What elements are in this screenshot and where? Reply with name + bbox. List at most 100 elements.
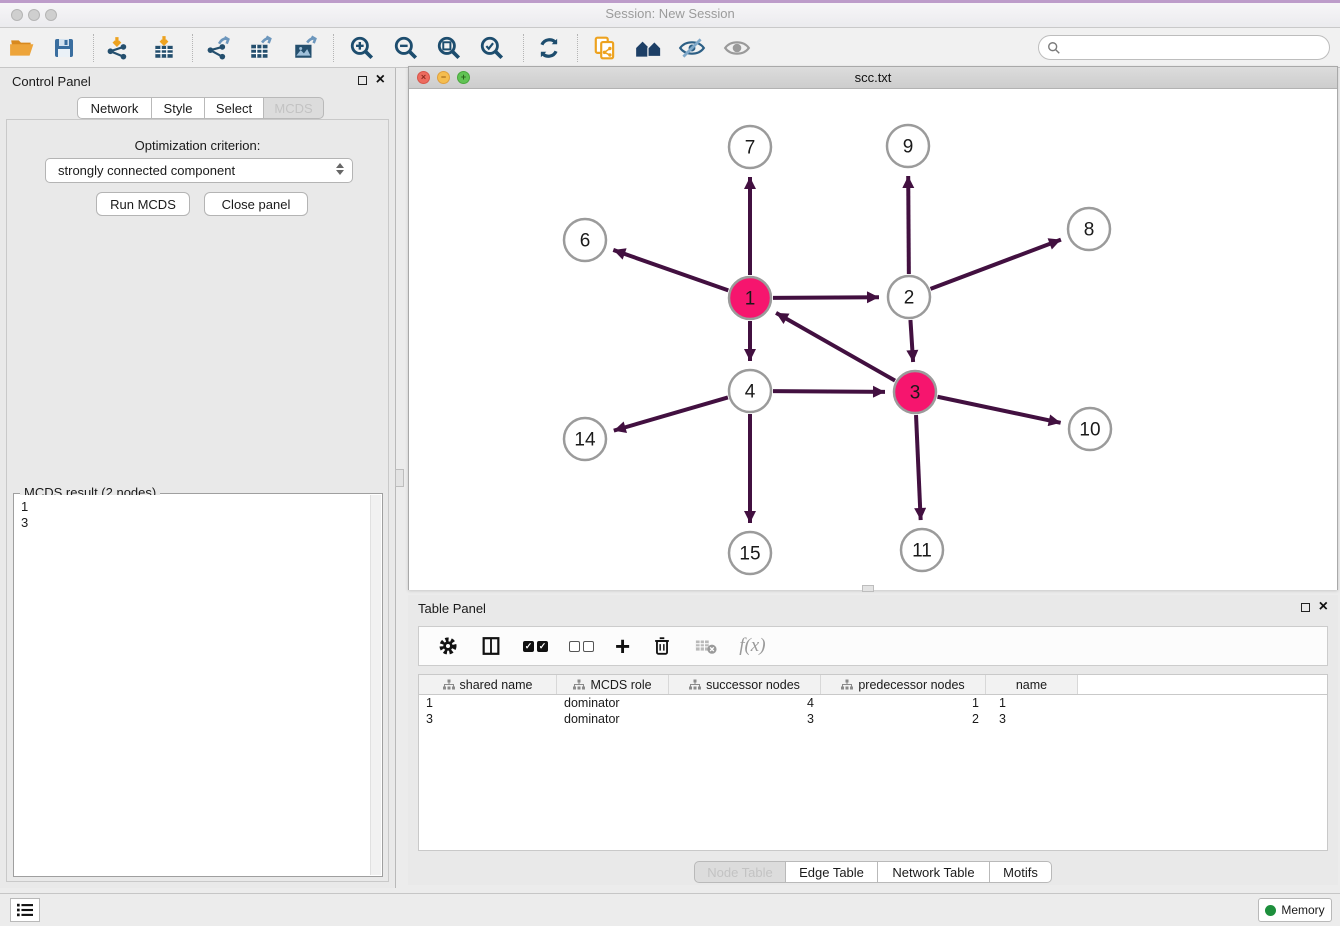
cell-successor-nodes: 3	[669, 712, 821, 726]
cell-mcds-role: dominator	[557, 696, 669, 710]
table-settings-button[interactable]	[437, 632, 459, 660]
graph-node-3[interactable]: 3	[894, 371, 936, 413]
float-panel-icon[interactable]	[358, 76, 367, 85]
open-session-button[interactable]	[4, 30, 40, 66]
export-image-button[interactable]	[287, 30, 323, 66]
run-mcds-button[interactable]: Run MCDS	[96, 192, 190, 216]
task-list-icon	[16, 902, 34, 918]
column-header-name[interactable]: name	[986, 675, 1078, 694]
graph-node-4[interactable]: 4	[729, 370, 771, 412]
graph-edge-3-1[interactable]	[776, 313, 895, 381]
unchecked-checkbox-icon	[569, 641, 580, 652]
table-panel-title: Table Panel	[418, 601, 486, 616]
graph-edge-3-11[interactable]	[916, 415, 921, 520]
float-table-panel-icon[interactable]	[1301, 603, 1310, 612]
tab-network[interactable]: Network	[77, 97, 152, 119]
shared-column-icon	[689, 679, 701, 691]
checked-checkbox-icon: ✓	[523, 641, 534, 652]
graph-edge-1-2[interactable]	[773, 297, 879, 298]
show-all-button[interactable]	[719, 30, 755, 66]
network-view-window: × − + scc.txt 1 2 3 4 6 7 8 9 10 11 14 15	[408, 66, 1338, 590]
refresh-button[interactable]	[531, 30, 567, 66]
table-header-row: shared name MCDS role successor nodes pr…	[419, 675, 1327, 695]
tab-select[interactable]: Select	[205, 97, 264, 119]
export-network-button[interactable]	[200, 30, 236, 66]
table-row[interactable]: 1 dominator 4 1 1	[419, 695, 1327, 711]
open-folder-icon	[9, 35, 35, 61]
zoom-in-button[interactable]	[344, 30, 380, 66]
export-table-button[interactable]	[243, 30, 279, 66]
mcds-panel: Optimization criterion: strongly connect…	[6, 119, 389, 882]
graph-edge-2-9[interactable]	[908, 176, 909, 274]
svg-text:3: 3	[910, 383, 921, 404]
graph-edge-1-6[interactable]	[613, 250, 728, 290]
graph-node-2[interactable]: 2	[888, 276, 930, 318]
control-panel-tabs: Network Style Select MCDS	[77, 97, 324, 119]
close-panel-icon[interactable]: ×	[376, 71, 385, 89]
mcds-result-list[interactable]: 1 3	[15, 495, 370, 875]
clone-network-button[interactable]	[587, 30, 623, 66]
checked-checkbox-icon: ✓	[537, 641, 548, 652]
import-network-button[interactable]	[100, 30, 136, 66]
column-header-mcds-role[interactable]: MCDS role	[557, 675, 669, 694]
graph-node-8[interactable]: 8	[1068, 208, 1110, 250]
graph-node-7[interactable]: 7	[729, 126, 771, 168]
graph-edge-4-14[interactable]	[614, 397, 728, 430]
result-value: 1	[21, 499, 370, 515]
tab-node-table[interactable]: Node Table	[694, 861, 786, 883]
delete-column-button[interactable]	[651, 632, 673, 660]
graph-edge-3-10[interactable]	[938, 397, 1061, 423]
show-column-panel-button[interactable]	[480, 632, 502, 660]
tab-motifs[interactable]: Motifs	[990, 861, 1052, 883]
close-panel-button[interactable]: Close panel	[204, 192, 308, 216]
close-table-panel-icon[interactable]: ×	[1319, 598, 1328, 616]
network-canvas[interactable]: 1 2 3 4 6 7 8 9 10 11 14 15	[409, 89, 1337, 590]
memory-label: Memory	[1281, 903, 1324, 917]
zoom-selected-button[interactable]	[474, 30, 510, 66]
tab-mcds[interactable]: MCDS	[264, 97, 324, 119]
column-header-predecessor-nodes[interactable]: predecessor nodes	[821, 675, 986, 694]
tab-network-table[interactable]: Network Table	[878, 861, 990, 883]
panel-splitter-handle[interactable]	[395, 469, 404, 487]
add-column-button[interactable]: +	[615, 632, 630, 660]
graph-node-14[interactable]: 14	[564, 418, 606, 460]
task-history-button[interactable]	[10, 898, 40, 922]
hide-selected-button[interactable]	[674, 30, 710, 66]
export-table-icon	[248, 35, 274, 61]
column-header-successor-nodes[interactable]: successor nodes	[669, 675, 821, 694]
cell-name: 3	[986, 712, 1078, 726]
tab-edge-table[interactable]: Edge Table	[786, 861, 878, 883]
table-row[interactable]: 3 dominator 3 2 3	[419, 711, 1327, 727]
graph-node-10[interactable]: 10	[1069, 408, 1111, 450]
graph-node-15[interactable]: 15	[729, 532, 771, 574]
tab-style[interactable]: Style	[152, 97, 205, 119]
graph-node-6[interactable]: 6	[564, 219, 606, 261]
zoom-out-button[interactable]	[388, 30, 424, 66]
first-neighbors-button[interactable]	[631, 30, 667, 66]
import-table-button[interactable]	[146, 30, 182, 66]
zoom-fit-button[interactable]	[431, 30, 467, 66]
table-panel: Table Panel × ✓ ✓ +	[408, 595, 1338, 885]
graph-node-1[interactable]: 1	[729, 277, 771, 319]
svg-text:14: 14	[574, 430, 596, 451]
network-window-titlebar[interactable]: × − + scc.txt	[409, 67, 1337, 89]
save-session-button[interactable]	[46, 30, 82, 66]
search-field[interactable]	[1038, 35, 1330, 60]
column-header-shared-name[interactable]: shared name	[419, 675, 557, 694]
graph-edge-4-3[interactable]	[773, 391, 885, 392]
window-splitter-handle[interactable]	[862, 585, 874, 592]
select-all-rows-button[interactable]: ✓ ✓	[523, 632, 548, 660]
deselect-all-rows-button[interactable]	[569, 632, 594, 660]
criterion-select[interactable]: strongly connected component	[45, 158, 353, 183]
graph-edge-2-3[interactable]	[910, 320, 913, 362]
graph-node-11[interactable]: 11	[901, 529, 943, 571]
result-scrollbar[interactable]	[370, 495, 381, 875]
svg-text:1: 1	[745, 289, 756, 310]
toolbar-separator	[523, 34, 524, 62]
graph-node-9[interactable]: 9	[887, 125, 929, 167]
select-stepper-icon	[336, 163, 344, 175]
memory-button[interactable]: Memory	[1258, 898, 1332, 922]
search-input[interactable]	[1061, 38, 1329, 58]
node-table[interactable]: shared name MCDS role successor nodes pr…	[418, 674, 1328, 851]
graph-edge-2-8[interactable]	[931, 240, 1061, 289]
